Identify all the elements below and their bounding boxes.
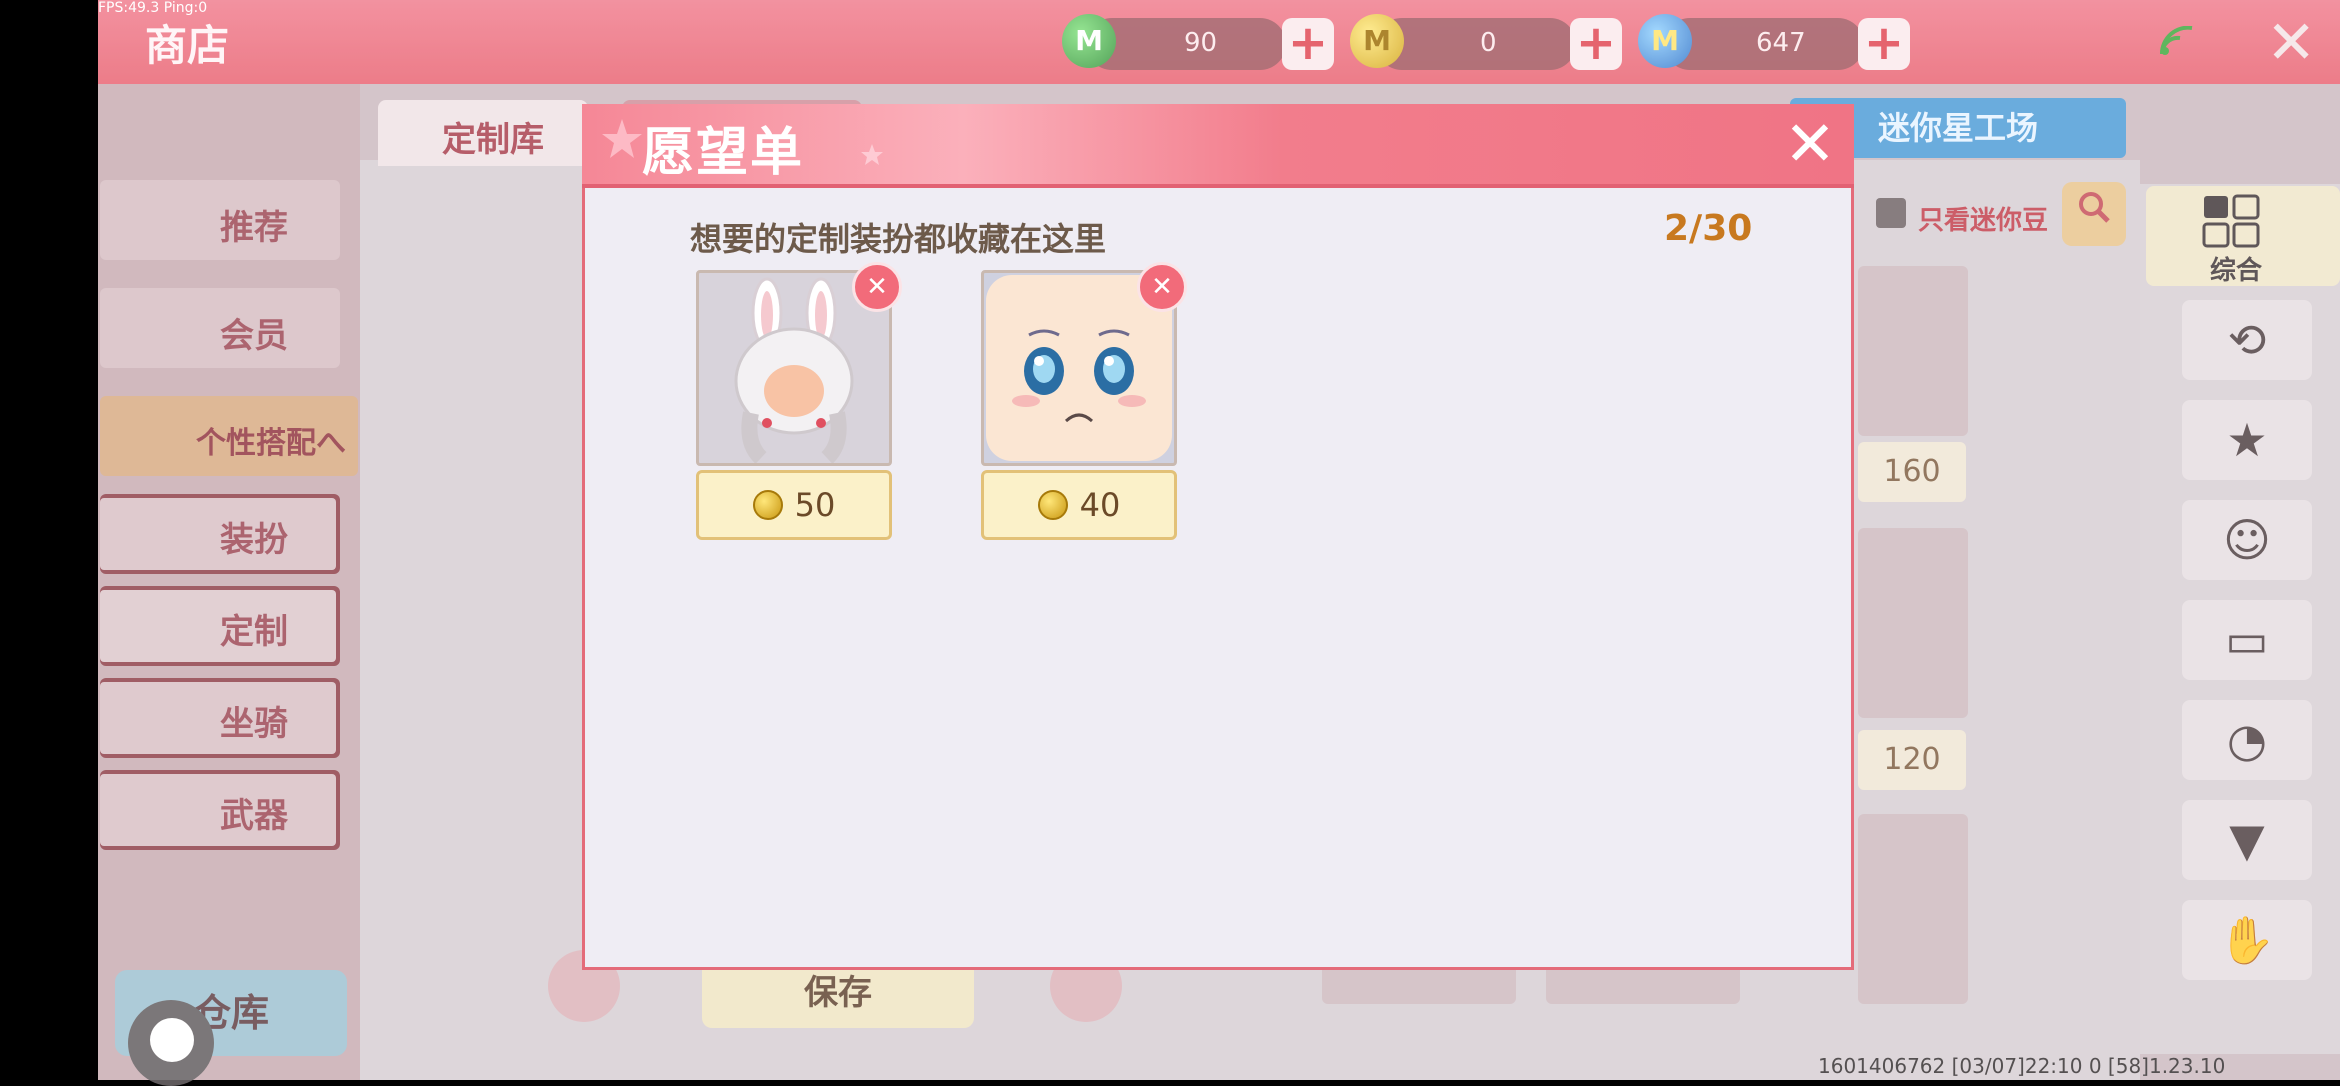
gold-coin-icon bbox=[1037, 490, 1068, 520]
wishlist-close-button[interactable]: ✕ bbox=[1784, 113, 1836, 175]
item-price: 40 bbox=[1079, 486, 1121, 524]
item-price-tag: 50 bbox=[696, 470, 892, 540]
wishlist-item[interactable]: ✕ 50 bbox=[696, 262, 902, 540]
wishlist-item[interactable]: ✕ 40 bbox=[981, 262, 1187, 540]
item-price-tag: 40 bbox=[981, 470, 1177, 540]
gold-coin-icon bbox=[752, 490, 783, 520]
left-letterbox bbox=[0, 0, 98, 1080]
wishlist-title: 愿望单 bbox=[642, 123, 805, 183]
wishlist-subtitle: 想要的定制装扮都收藏在这里 bbox=[690, 220, 1107, 258]
wishlist-count: 2/30 bbox=[1664, 208, 1753, 249]
remove-item-button[interactable]: ✕ bbox=[1137, 262, 1187, 312]
item-price: 50 bbox=[794, 486, 836, 524]
remove-item-button[interactable]: ✕ bbox=[852, 262, 902, 312]
